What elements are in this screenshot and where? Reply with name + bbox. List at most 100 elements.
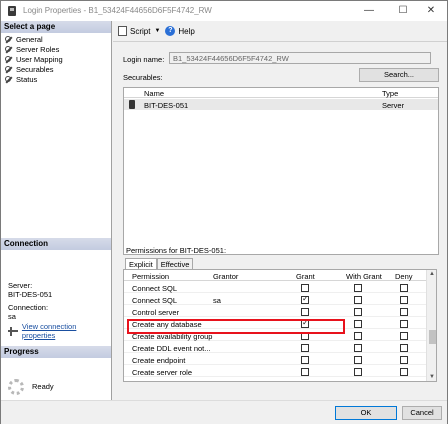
minimize-button[interactable]: — [354, 1, 384, 21]
nav-label: Securables [16, 65, 54, 74]
permission-name: Connect SQL [132, 284, 178, 293]
tab-explicit[interactable]: Explicit [125, 258, 157, 269]
table-row[interactable]: Create endpoint [124, 354, 426, 365]
table-row[interactable]: BIT-DES-051 Server [124, 99, 438, 110]
script-button[interactable]: Script [130, 27, 150, 36]
with-grant-checkbox[interactable] [354, 284, 362, 292]
wrench-icon [5, 66, 13, 74]
close-button[interactable]: ✕ [416, 1, 446, 21]
nav-label: Status [16, 75, 38, 84]
deny-checkbox[interactable] [400, 344, 408, 352]
grant-checkbox[interactable] [301, 308, 309, 316]
deny-checkbox[interactable] [400, 284, 408, 292]
deny-checkbox[interactable] [400, 356, 408, 364]
login-properties-window: Login Properties - B1_53424F44656D6F5F47… [0, 0, 448, 424]
title-bar: Login Properties - B1_53424F44656D6F5F47… [1, 1, 447, 21]
deny-checkbox[interactable] [400, 332, 408, 340]
page-nav: General Server Roles User Mapping Secura… [5, 35, 63, 85]
scroll-up-icon[interactable]: ▲ [429, 271, 435, 277]
nav-item-general[interactable]: General [5, 35, 63, 45]
deny-checkbox[interactable] [400, 320, 408, 328]
right-pane: Script ▼ ? Help Login name: B1_53424F446… [113, 21, 447, 400]
permissions-grid-header: Permission Grantor Grant With Grant Deny [124, 270, 426, 281]
nav-label: Server Roles [16, 45, 60, 54]
database-icon [8, 6, 16, 16]
permission-name: Control server [132, 308, 180, 317]
grant-checkbox[interactable] [301, 356, 309, 364]
grant-checkbox[interactable] [301, 284, 309, 292]
permissions-tabs: Explicit Effective [125, 258, 194, 269]
permissions-label: Permissions for BIT-DES-051: [126, 246, 227, 255]
table-row[interactable]: Control server [124, 306, 426, 317]
with-grant-checkbox[interactable] [354, 320, 362, 328]
securables-grid-header: Name Type [124, 88, 438, 98]
table-row[interactable]: Create DDL event not... [124, 342, 426, 353]
progress-header: Progress [1, 346, 111, 358]
with-grant-checkbox[interactable] [354, 308, 362, 316]
maximize-button[interactable]: ☐ [388, 1, 418, 21]
deny-checkbox[interactable] [400, 308, 408, 316]
with-grant-checkbox[interactable] [354, 296, 362, 304]
chevron-down-icon[interactable]: ▼ [154, 28, 160, 34]
vertical-scrollbar[interactable]: ▲ ▼ [426, 270, 436, 381]
nav-item-server-roles[interactable]: Server Roles [5, 45, 63, 55]
wrench-icon [5, 56, 13, 64]
with-grant-checkbox[interactable] [354, 356, 362, 364]
with-grant-checkbox[interactable] [354, 368, 362, 376]
wrench-icon [5, 46, 13, 54]
connection-icon [8, 326, 18, 336]
securables-grid: Name Type BIT-DES-051 Server [123, 87, 439, 255]
script-icon[interactable] [118, 26, 127, 36]
column-header-grantor[interactable]: Grantor [213, 272, 238, 281]
column-header-name[interactable]: Name [144, 89, 164, 98]
view-connection-properties-link[interactable]: View connection properties [22, 322, 111, 340]
login-name-label: Login name: [123, 55, 165, 64]
login-name-field: B1_53424F44656D6F5F4742_RW [169, 52, 431, 64]
nav-item-status[interactable]: Status [5, 75, 63, 85]
table-row[interactable]: Create server role [124, 366, 426, 377]
column-header-type[interactable]: Type [382, 89, 398, 98]
deny-checkbox[interactable] [400, 296, 408, 304]
table-row[interactable]: Connect SQL [124, 282, 426, 293]
grant-checkbox[interactable] [301, 344, 309, 352]
scroll-thumb[interactable] [429, 330, 436, 344]
search-button[interactable]: Search... [359, 68, 439, 82]
column-header-deny[interactable]: Deny [395, 272, 413, 281]
server-label: Server: [8, 281, 33, 290]
nav-item-user-mapping[interactable]: User Mapping [5, 55, 63, 65]
view-connection-row[interactable]: View connection properties [8, 322, 111, 340]
help-button[interactable]: Help [178, 27, 194, 36]
securables-label: Securables: [123, 73, 163, 82]
with-grant-checkbox[interactable] [354, 332, 362, 340]
table-row[interactable]: Connect SQL sa [124, 294, 426, 305]
dialog-footer: OK Cancel [1, 400, 447, 424]
scroll-down-icon[interactable]: ▼ [429, 374, 435, 380]
column-header-permission[interactable]: Permission [132, 272, 169, 281]
connection-header: Connection [1, 238, 111, 250]
help-icon[interactable]: ? [165, 26, 176, 36]
column-header-grant[interactable]: Grant [296, 272, 315, 281]
grantor: sa [213, 296, 221, 305]
highlight-box [127, 319, 345, 334]
nav-item-securables[interactable]: Securables [5, 65, 63, 75]
progress-status: Ready [32, 382, 54, 391]
cancel-button[interactable]: Cancel [402, 406, 442, 420]
tab-effective[interactable]: Effective [156, 258, 194, 269]
with-grant-checkbox[interactable] [354, 344, 362, 352]
securable-type: Server [382, 101, 405, 110]
wrench-icon [5, 76, 13, 84]
connection-value: sa [8, 312, 16, 321]
grant-checkbox[interactable] [301, 368, 309, 376]
permission-name: Connect SQL [132, 296, 178, 305]
deny-checkbox[interactable] [400, 368, 408, 376]
grant-checkbox[interactable] [301, 294, 309, 304]
toolbar: Script ▼ ? Help [113, 21, 447, 41]
connection-label: Connection: [8, 303, 49, 312]
server-value: BIT-DES-051 [8, 290, 53, 299]
column-header-with-grant[interactable]: With Grant [346, 272, 382, 281]
nav-label: User Mapping [16, 55, 63, 64]
securable-name: BIT-DES-051 [144, 101, 189, 110]
permission-name: Create DDL event not... [132, 344, 211, 353]
wrench-icon [5, 36, 13, 44]
ok-button[interactable]: OK [335, 406, 397, 420]
